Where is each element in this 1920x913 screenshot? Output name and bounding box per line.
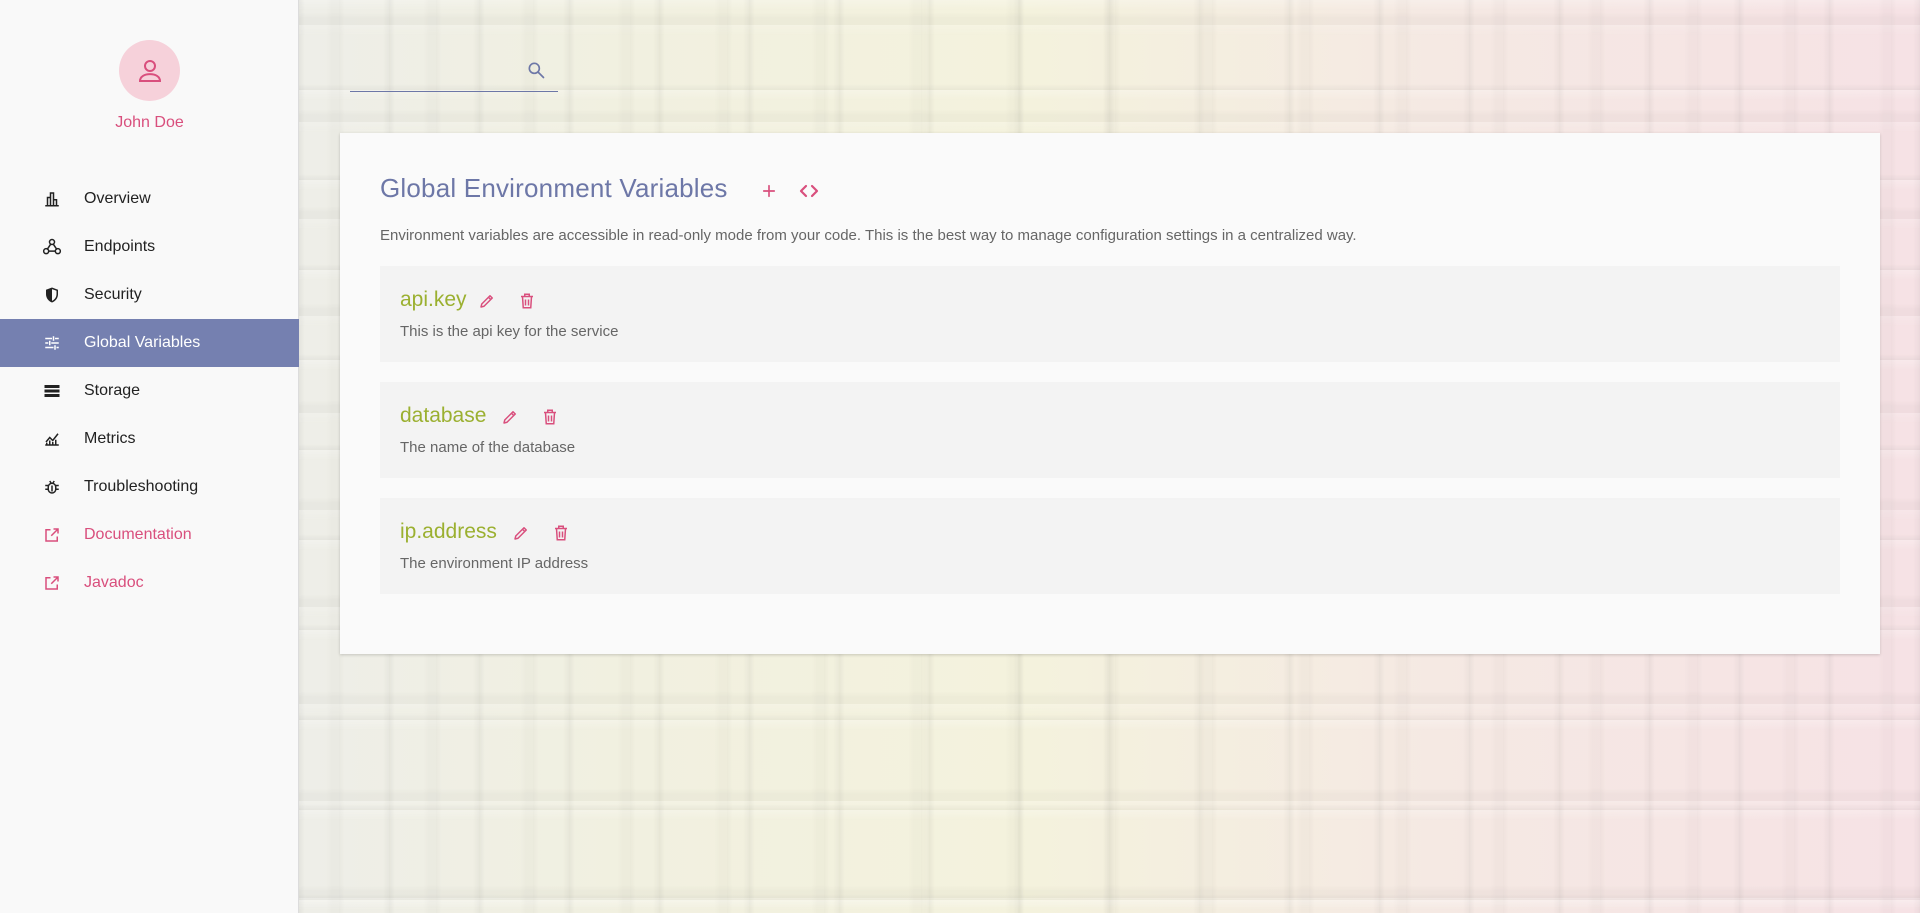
plus-icon <box>762 184 776 198</box>
variable-name: api.key <box>400 288 467 311</box>
webhook-icon <box>42 238 62 255</box>
avatar[interactable] <box>119 40 180 101</box>
sidebar-item-metrics[interactable]: Metrics <box>0 415 299 463</box>
variable-actions <box>510 522 572 544</box>
search-box <box>350 52 558 92</box>
shield-icon <box>46 287 58 303</box>
pencil-icon <box>503 411 516 424</box>
user-name: John Doe <box>115 114 184 131</box>
trash-icon <box>521 293 533 309</box>
external-link-icon <box>45 528 59 542</box>
code-view-button[interactable] <box>795 177 823 205</box>
sidebar-item-overview[interactable]: Overview <box>0 175 299 223</box>
pencil-icon <box>514 527 527 540</box>
bug-icon <box>45 480 59 494</box>
variable-name: database <box>400 404 487 427</box>
sidebar-item-javadoc[interactable]: Javadoc <box>0 559 299 607</box>
variable-description: The environment IP address <box>400 555 589 572</box>
edit-variable-button[interactable] <box>510 522 532 544</box>
sidebar-nav: Overview Endpoints Security Global Varia… <box>0 175 299 607</box>
variable-item: database The name of the database <box>380 382 1840 478</box>
variable-description: The name of the database <box>400 439 576 456</box>
variable-actions <box>476 290 538 312</box>
sidebar-item-label: Global Variables <box>84 334 201 351</box>
page-title: Global Environment Variables <box>380 173 728 203</box>
sidebar-item-label: Javadoc <box>84 574 144 591</box>
sidebar-item-storage[interactable]: Storage <box>0 367 299 415</box>
sidebar-item-endpoints[interactable]: Endpoints <box>0 223 299 271</box>
sidebar-item-label: Security <box>84 286 142 303</box>
sidebar-item-label: Storage <box>84 382 141 399</box>
external-link-icon <box>45 576 59 590</box>
sidebar-item-documentation[interactable]: Documentation <box>0 511 299 559</box>
variable-name: ip.address <box>400 520 497 543</box>
trash-icon <box>544 409 556 425</box>
global-variables-card: Global Environment Variables Environment… <box>340 133 1880 654</box>
sidebar-item-label: Endpoints <box>84 238 156 255</box>
trash-icon <box>555 525 567 541</box>
code-icon <box>799 184 819 198</box>
delete-variable-button[interactable] <box>550 522 572 544</box>
search-icon[interactable] <box>526 60 546 85</box>
page-description: Environment variables are accessible in … <box>380 227 1357 244</box>
metrics-icon <box>45 433 59 446</box>
user-icon <box>138 59 161 82</box>
variable-item: ip.address The environment IP address <box>380 498 1840 594</box>
sidebar-item-security[interactable]: Security <box>0 271 299 319</box>
search-input[interactable] <box>350 58 524 86</box>
variable-actions <box>499 406 561 428</box>
edit-variable-button[interactable] <box>476 290 498 312</box>
variable-item: api.key This is the api key for the serv… <box>380 266 1840 362</box>
sidebar-item-label: Overview <box>84 190 151 207</box>
title-actions <box>755 177 823 205</box>
edit-variable-button[interactable] <box>499 406 521 428</box>
sidebar-item-global-variables[interactable]: Global Variables <box>0 319 299 367</box>
sidebar-item-label: Metrics <box>84 430 136 447</box>
sidebar-item-troubleshooting[interactable]: Troubleshooting <box>0 463 299 511</box>
variable-description: This is the api key for the service <box>400 323 619 340</box>
sidebar-item-label: Documentation <box>84 526 192 543</box>
delete-variable-button[interactable] <box>539 406 561 428</box>
storage-icon <box>44 385 60 397</box>
delete-variable-button[interactable] <box>516 290 538 312</box>
sidebar: John Doe Overview Endpoints Security Glo… <box>0 0 299 913</box>
pencil-icon <box>480 295 493 308</box>
add-variable-button[interactable] <box>755 177 783 205</box>
bar-chart-icon <box>45 192 59 207</box>
tune-icon <box>45 336 59 350</box>
sidebar-item-label: Troubleshooting <box>84 478 199 495</box>
